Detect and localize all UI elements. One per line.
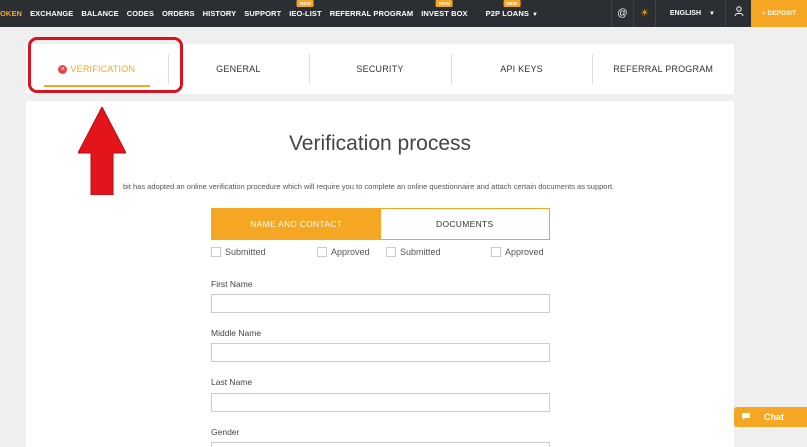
gender-field[interactable] bbox=[211, 442, 550, 447]
status-label: Submitted bbox=[400, 247, 441, 257]
status-approved: Approved bbox=[491, 247, 544, 257]
tab-label: GENERAL bbox=[216, 64, 261, 74]
nav-menu: OKEN EXCHANGE BALANCE CODES ORDERS HISTO… bbox=[0, 0, 546, 27]
nav-item-exchange[interactable]: EXCHANGE bbox=[30, 9, 73, 18]
nav-label: REFERRAL PROGRAM bbox=[329, 9, 414, 18]
tab-label: SECURITY bbox=[356, 64, 404, 74]
nav-item-token[interactable]: OKEN bbox=[0, 9, 22, 18]
status-checkbox bbox=[386, 247, 396, 257]
chevron-down-icon: ▼ bbox=[709, 11, 715, 17]
chat-bubble-glyph bbox=[742, 412, 750, 420]
gender-label: Gender bbox=[211, 427, 240, 437]
nav-label: SUPPORT bbox=[244, 9, 282, 18]
language-label: ENGLISH bbox=[669, 10, 702, 17]
last-name-field[interactable] bbox=[211, 393, 550, 412]
tab-general[interactable]: GENERAL bbox=[167, 54, 310, 84]
deposit-button[interactable]: + DEPOSIT bbox=[751, 0, 807, 27]
tab-label: REFERRAL PROGRAM bbox=[613, 64, 714, 74]
intro-text: bit has adopted an online verification p… bbox=[123, 182, 615, 191]
nav-item-balance[interactable]: BALANCE bbox=[81, 9, 118, 18]
first-name-field[interactable] bbox=[211, 294, 550, 313]
status-approved: Approved bbox=[317, 247, 370, 257]
user-icon[interactable] bbox=[725, 0, 751, 27]
top-nav: OKEN EXCHANGE BALANCE CODES ORDERS HISTO… bbox=[0, 0, 807, 27]
nav-label: INVEST BOX bbox=[421, 9, 468, 18]
at-sign-icon[interactable]: @ bbox=[610, 0, 633, 27]
status-checkbox bbox=[317, 247, 327, 257]
tab-security[interactable]: SECURITY bbox=[309, 54, 451, 84]
nav-item-orders[interactable]: ORDERS bbox=[162, 9, 195, 18]
chat-bubble-icon bbox=[741, 412, 751, 423]
highlight-box bbox=[28, 37, 183, 93]
chevron-down-icon: ▼ bbox=[531, 12, 538, 18]
nav-label: EXCHANGE bbox=[30, 9, 74, 18]
status-row: Submitted Approved Submitted Approved bbox=[211, 247, 551, 261]
status-label: Submitted bbox=[225, 247, 266, 257]
nav-label: CODES bbox=[126, 9, 154, 18]
status-submitted: Submitted bbox=[211, 247, 266, 257]
chat-button[interactable]: Chat bbox=[734, 407, 807, 427]
nav-label: OKEN bbox=[0, 9, 23, 18]
middle-name-label: Middle Name bbox=[211, 328, 262, 338]
middle-name-field[interactable] bbox=[211, 343, 550, 362]
new-badge: NEW bbox=[436, 0, 453, 7]
nav-item-codes[interactable]: CODES bbox=[127, 9, 154, 18]
nav-item-ieo-list[interactable]: NEW IEO-LIST bbox=[289, 0, 322, 18]
last-name-label: Last Name bbox=[211, 377, 253, 387]
status-submitted: Submitted bbox=[386, 247, 441, 257]
nav-item-support[interactable]: SUPPORT bbox=[244, 9, 281, 18]
nav-label: BALANCE bbox=[81, 9, 119, 18]
nav-label: P2P LOANS bbox=[485, 9, 529, 18]
nav-item-history[interactable]: HISTORY bbox=[203, 9, 237, 18]
tab-api-keys[interactable]: API KEYS bbox=[450, 54, 593, 84]
status-checkbox bbox=[211, 247, 221, 257]
sun-icon[interactable]: ☀ bbox=[632, 0, 655, 27]
chat-label: Chat bbox=[764, 412, 784, 422]
nav-label: IEO-LIST bbox=[289, 9, 322, 18]
verification-card: Verification process bit has adopted an … bbox=[26, 101, 734, 447]
language-selector[interactable]: ENGLISH ▼ bbox=[654, 0, 725, 27]
new-badge: NEW bbox=[297, 0, 314, 7]
new-badge: NEW bbox=[503, 0, 521, 7]
nav-right: @ ☀ ENGLISH ▼ + DEPOSIT bbox=[610, 0, 807, 27]
first-name-label: First Name bbox=[211, 279, 253, 289]
tab-label: API KEYS bbox=[500, 64, 543, 74]
status-label: Approved bbox=[505, 247, 544, 257]
nav-label: HISTORY bbox=[202, 9, 237, 18]
status-checkbox bbox=[491, 247, 501, 257]
step-name-and-contact[interactable]: NAME AND CONTACT bbox=[212, 209, 381, 239]
nav-item-p2p-loans[interactable]: NEW P2P LOANS ▼ bbox=[485, 0, 538, 18]
nav-label: ORDERS bbox=[161, 9, 195, 18]
nav-item-invest-box[interactable]: NEW INVEST BOX bbox=[421, 0, 468, 18]
page-title: Verification process bbox=[288, 132, 472, 155]
status-label: Approved bbox=[331, 247, 370, 257]
red-arrow-annotation bbox=[78, 107, 126, 195]
nav-item-referral-program[interactable]: REFERRAL PROGRAM bbox=[330, 9, 414, 18]
tab-referral-program[interactable]: REFERRAL PROGRAM bbox=[592, 54, 734, 84]
user-icon-glyph bbox=[734, 6, 743, 17]
step-documents[interactable]: DOCUMENTS bbox=[380, 209, 549, 239]
verification-steps: NAME AND CONTACT DOCUMENTS bbox=[211, 208, 550, 240]
